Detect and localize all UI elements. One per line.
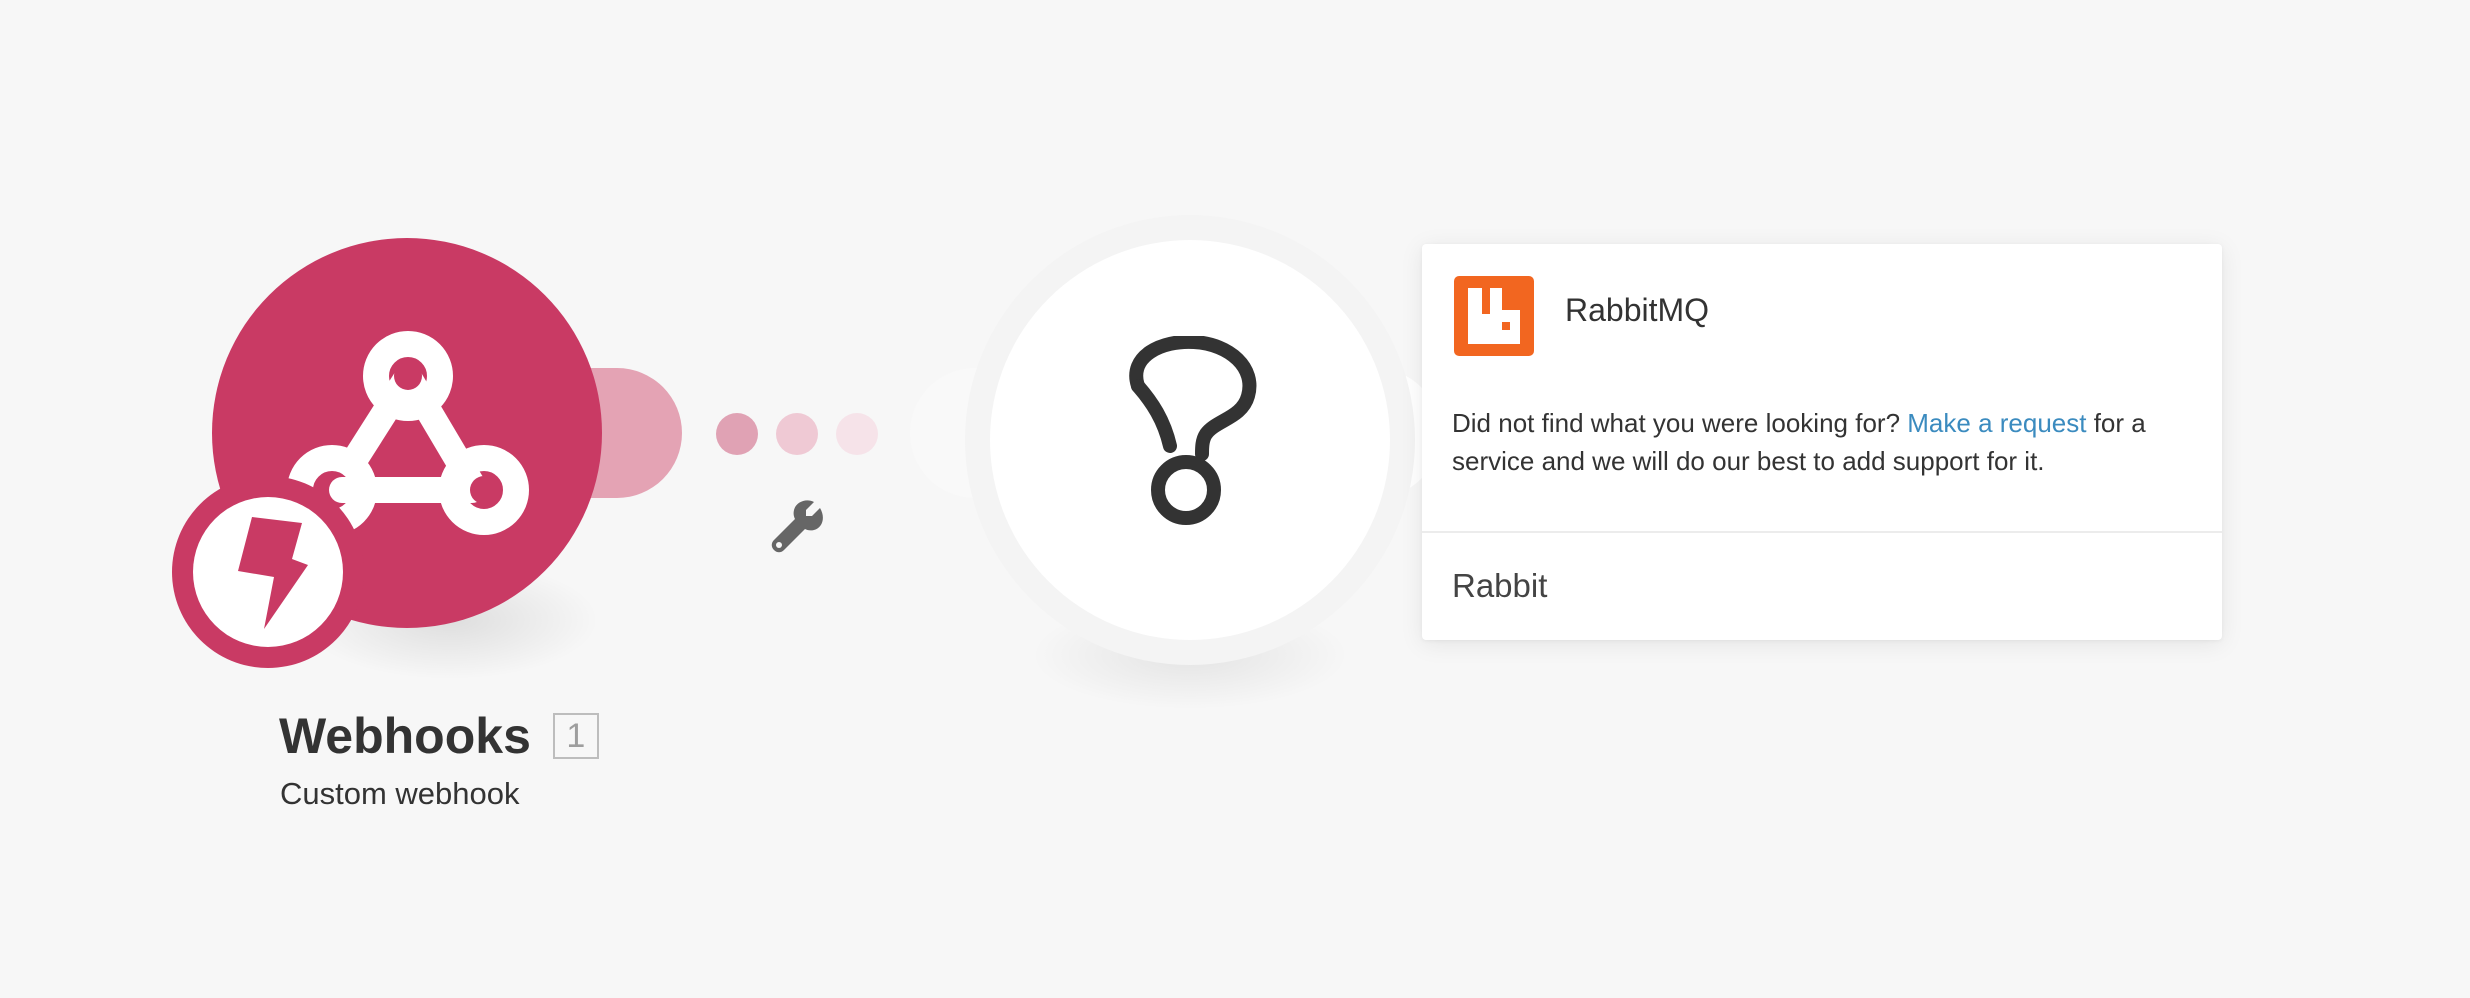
make-request-link[interactable]: Make a request — [1907, 408, 2086, 438]
instant-trigger-badge — [172, 476, 364, 668]
connection-dot — [836, 413, 878, 455]
app-search-input[interactable] — [1452, 556, 2192, 616]
helper-text-prefix: Did not find what you were looking for? — [1452, 408, 1908, 438]
module-title: Webhooks — [279, 708, 531, 764]
connection-dot — [716, 413, 758, 455]
app-search-popover: RabbitMQ Did not find what you were look… — [1422, 244, 2222, 640]
bolt-icon — [238, 517, 308, 629]
search-result-rabbitmq[interactable]: RabbitMQ — [1422, 244, 2222, 384]
module-id-badge: 1 — [552, 713, 599, 759]
module-subtitle: Custom webhook — [280, 776, 520, 811]
rabbitmq-logo-icon — [1454, 276, 1534, 356]
not-found-helper-text: Did not find what you were looking for? … — [1452, 404, 2202, 480]
divider — [1422, 531, 2222, 533]
search-result-name: RabbitMQ — [1565, 292, 1710, 328]
module-title-row: Webhooks 1 — [279, 706, 599, 766]
question-mark-icon — [1129, 336, 1257, 525]
wrench-icon[interactable] — [768, 498, 824, 554]
connection-dot — [776, 413, 818, 455]
